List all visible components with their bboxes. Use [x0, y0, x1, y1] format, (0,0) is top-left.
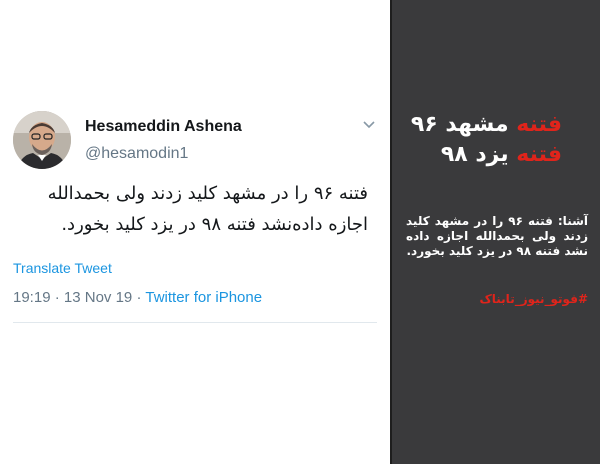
avatar[interactable] [13, 111, 71, 169]
headline-red-word: فتنه [516, 112, 562, 137]
quote-text: آشنا: فتنه ۹۶ را در مشهد کلید زدند ولی ب… [406, 214, 589, 258]
chevron-down-icon[interactable] [362, 120, 376, 130]
headline-white-text: مشهد ۹۶ [410, 112, 509, 137]
tweet-metadata: 19:19 · 13 Nov 19 · Twitter for iPhone [13, 289, 262, 306]
headline-red-word: فتنه [516, 142, 562, 167]
divider [13, 322, 377, 323]
headline: فتنه مشهد ۹۶ فتنه یزد ۹۸ [411, 110, 562, 170]
avatar-portrait [13, 111, 71, 169]
headline-line-2: فتنه یزد ۹۸ [411, 140, 562, 170]
separator-dot: · [136, 289, 142, 306]
headline-white-text: یزد ۹۸ [440, 142, 509, 167]
display-name[interactable]: Hesameddin Ashena [85, 118, 242, 136]
user-handle[interactable]: @hesamodin1 [85, 145, 188, 163]
separator-dot: · [54, 289, 60, 306]
side-panel: فتنه مشهد ۹۶ فتنه یزد ۹۸ آشنا: فتنه ۹۶ ر… [390, 0, 600, 464]
translate-tweet-link[interactable]: Translate Tweet [13, 260, 112, 276]
tweet-text: فتنه ۹۶ را در مشهد کلید زدند ولی بحمدالل… [47, 183, 368, 235]
hashtag[interactable]: #فوتو_نیوز_تابناک [479, 292, 588, 306]
tweet-card: Hesameddin Ashena @hesamodin1 فتنه ۹۶ را… [0, 0, 390, 464]
tweet-source-link[interactable]: Twitter for iPhone [145, 289, 262, 306]
tweet-time[interactable]: 19:19 [13, 289, 51, 306]
tweet-date[interactable]: 13 Nov 19 [64, 289, 132, 306]
headline-line-1: فتنه مشهد ۹۶ [411, 110, 562, 140]
